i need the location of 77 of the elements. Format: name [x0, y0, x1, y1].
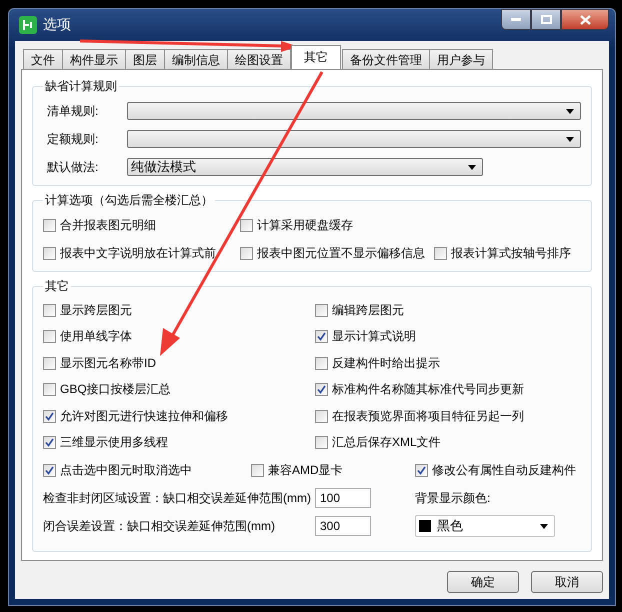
dropdown[interactable]: 纯做法模式	[127, 158, 483, 176]
checkbox[interactable]	[43, 436, 56, 450]
checkbox[interactable]	[315, 330, 328, 344]
checkbox[interactable]	[43, 246, 56, 260]
caret-icon	[566, 136, 574, 142]
checkbox[interactable]	[43, 356, 56, 370]
dialog-button[interactable]: 确定	[447, 571, 519, 593]
field-label: 背景显示颜色:	[415, 490, 492, 506]
window-title: 选项	[43, 16, 71, 34]
checkbox-label[interactable]: 汇总后保存XML文件	[332, 434, 441, 452]
app-icon	[19, 16, 37, 34]
maximize-icon	[540, 15, 552, 24]
setting-label: 闭合误差设置：缺口相交误差延伸范围(mm)	[43, 518, 276, 534]
checkbox-label[interactable]: 合并报表图元明细	[60, 216, 156, 234]
tab[interactable]: 编制信息	[164, 49, 228, 69]
checkbox[interactable]	[240, 246, 253, 260]
checkbox[interactable]	[43, 383, 56, 396]
checkbox-label[interactable]: 点击选中图元时取消选中	[60, 462, 192, 478]
checkbox-label[interactable]: 使用单线字体	[60, 328, 132, 346]
checkbox[interactable]	[315, 304, 328, 317]
minimize-button[interactable]	[501, 9, 531, 30]
checkbox[interactable]	[43, 218, 56, 232]
tab[interactable]: 备份文件管理	[342, 49, 430, 69]
checkbox-label[interactable]: 兼容AMD显卡	[268, 462, 343, 478]
group-title: 其它	[44, 278, 70, 295]
checkbox-label[interactable]: 报表计算式按轴号排序	[451, 244, 571, 262]
minimize-icon	[511, 18, 521, 22]
checkbox-label[interactable]: 标准构件名称随其标准代号同步更新	[332, 381, 524, 398]
caret-icon	[566, 108, 574, 114]
color-dropdown[interactable]: 黑色	[415, 515, 555, 537]
checkbox[interactable]	[434, 246, 447, 260]
field-label: 默认做法:	[46, 158, 100, 176]
group-title: 缺省计算规则	[44, 78, 118, 95]
checkbox[interactable]	[251, 464, 264, 476]
tab[interactable]: 绘图设置	[227, 49, 291, 69]
field-label: 定额规则:	[46, 130, 100, 148]
checkbox[interactable]	[315, 383, 328, 396]
checkbox-label[interactable]: 允许对图元进行快速拉伸和偏移	[60, 408, 228, 425]
input-field[interactable]: 300	[315, 516, 371, 536]
checkbox-label[interactable]: 报表中图元位置不显示偏移信息	[257, 244, 425, 262]
checkbox-label[interactable]: 显示跨层图元	[60, 302, 132, 319]
checkbox[interactable]	[43, 464, 56, 476]
checkbox-label[interactable]: 三维显示使用多线程	[60, 434, 168, 452]
checkbox-label[interactable]: 反建构件时给出提示	[332, 354, 440, 372]
tab[interactable]: 构件显示	[62, 49, 126, 69]
caret-icon	[468, 164, 476, 170]
checkbox-label[interactable]: 报表中文字说明放在计算式前	[60, 244, 216, 262]
group-title: 计算选项（勾选后需全楼汇总）	[44, 192, 214, 209]
checkbox[interactable]	[315, 410, 328, 423]
checkbox[interactable]	[315, 356, 328, 370]
checkbox-label[interactable]: 显示计算式说明	[332, 328, 416, 346]
tab[interactable]: 其它	[291, 45, 341, 69]
dropdown[interactable]	[127, 130, 581, 148]
checkbox[interactable]	[315, 436, 328, 450]
dropdown[interactable]	[127, 102, 581, 120]
checkbox[interactable]	[43, 410, 56, 423]
caret-icon	[540, 524, 548, 528]
input-field[interactable]: 100	[315, 488, 371, 508]
maximize-button[interactable]	[531, 9, 561, 30]
checkbox-label[interactable]: 显示图元名称带ID	[60, 354, 156, 372]
field-label: 清单规则:	[46, 102, 100, 120]
checkbox-label[interactable]: 计算采用硬盘缓存	[257, 216, 353, 234]
checkbox-label[interactable]: 在报表预览界面将项目特征另起一列	[332, 408, 524, 425]
setting-label: 检查非封闭区域设置：缺口相交误差延伸范围(mm)	[43, 490, 312, 506]
checkbox[interactable]	[240, 218, 253, 232]
checkbox-label[interactable]: GBQ接口按楼层汇总	[60, 381, 171, 398]
checkbox[interactable]	[43, 304, 56, 317]
close-button[interactable]	[561, 9, 609, 30]
checkbox-label[interactable]: 编辑跨层图元	[332, 302, 404, 319]
checkbox-label[interactable]: 修改公有属性自动反建构件	[432, 462, 576, 478]
checkbox[interactable]	[415, 464, 428, 476]
tab[interactable]: 用户参与	[429, 49, 493, 69]
tab[interactable]: 文件	[23, 49, 63, 69]
tab[interactable]: 图层	[125, 49, 165, 69]
dialog-button[interactable]: 取消	[531, 571, 603, 593]
close-icon	[580, 14, 590, 24]
checkbox[interactable]	[43, 330, 56, 344]
